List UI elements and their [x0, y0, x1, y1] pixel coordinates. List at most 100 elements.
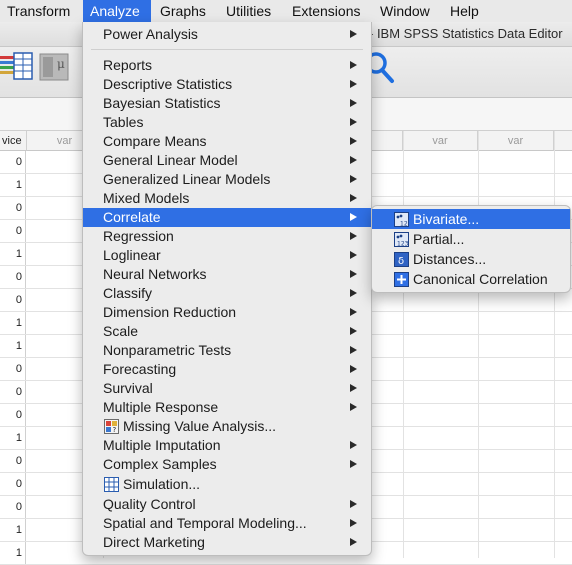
menu-item-dimension-reduction[interactable]: Dimension Reduction: [83, 303, 371, 322]
menu-item-forecasting[interactable]: Forecasting: [83, 360, 371, 379]
column-header[interactable]: var: [403, 131, 478, 151]
submenu-arrow-icon: [350, 460, 357, 468]
menu-item-neural-networks[interactable]: Neural Networks: [83, 265, 371, 284]
table-cell[interactable]: 0: [0, 289, 26, 311]
menu-item-multiple-imputation[interactable]: Multiple Imputation: [83, 436, 371, 455]
submenu-arrow-icon: [350, 538, 357, 546]
menu-item-power-analysis[interactable]: Power Analysis: [83, 25, 371, 44]
descriptive-stats-icon[interactable]: μ: [38, 51, 72, 88]
menu-item-label: Forecasting: [103, 361, 177, 377]
missing-value-icon: ?: [104, 419, 119, 434]
menu-item-classify[interactable]: Classify: [83, 284, 371, 303]
table-cell[interactable]: 0: [0, 220, 26, 242]
table-cell[interactable]: 1: [0, 243, 26, 265]
menu-analyze[interactable]: Analyze: [83, 0, 151, 22]
table-cell[interactable]: 1: [0, 542, 26, 564]
menu-item-generalized-linear-models[interactable]: Generalized Linear Models: [83, 170, 371, 189]
submenu-arrow-icon: [350, 270, 357, 278]
menu-item-multiple-response[interactable]: Multiple Response: [83, 398, 371, 417]
submenu-arrow-icon: [350, 308, 357, 316]
submenu-item-label: Canonical Correlation: [413, 271, 548, 287]
column-header[interactable]: vice: [0, 131, 27, 151]
menu-item-scale[interactable]: Scale: [83, 322, 371, 341]
submenu-arrow-icon: [350, 61, 357, 69]
table-cell[interactable]: 1: [0, 427, 26, 449]
menu-item-label: Tables: [103, 114, 144, 130]
menu-item-label: General Linear Model: [103, 152, 238, 168]
menu-item-tables[interactable]: Tables: [83, 113, 371, 132]
menu-item-descriptive-statistics[interactable]: Descriptive Statistics: [83, 75, 371, 94]
menu-window[interactable]: Window: [373, 0, 437, 22]
submenu-arrow-icon: [350, 194, 357, 202]
submenu-arrow-icon: [350, 80, 357, 88]
submenu-arrow-icon: [350, 346, 357, 354]
submenu-arrow-icon: [350, 175, 357, 183]
menu-item-label: Nonparametric Tests: [103, 342, 232, 358]
svg-text:μ: μ: [57, 57, 65, 71]
submenu-arrow-icon: [350, 365, 357, 373]
svg-text:123: 123: [397, 241, 409, 248]
submenu-item-label: Partial...: [413, 231, 465, 247]
table-cell[interactable]: 0: [0, 197, 26, 219]
table-cell[interactable]: 0: [0, 404, 26, 426]
menu-graphs[interactable]: Graphs: [153, 0, 213, 22]
bivariate-icon: 12: [394, 212, 409, 228]
menu-item-label: Regression: [103, 228, 174, 244]
menu-item-survival[interactable]: Survival: [83, 379, 371, 398]
menu-item-direct-marketing[interactable]: Direct Marketing: [83, 533, 371, 552]
menu-item-reports[interactable]: Reports: [83, 56, 371, 75]
menu-item-label: Complex Samples: [103, 456, 217, 472]
submenu-item-label: Bivariate...: [413, 211, 480, 227]
submenu-item-distances[interactable]: δ Distances...: [372, 249, 570, 269]
submenu-item-partial[interactable]: 123 Partial...: [372, 229, 570, 249]
menu-item-quality-control[interactable]: Quality Control: [83, 495, 371, 514]
menu-item-spatial-temporal-modeling[interactable]: Spatial and Temporal Modeling...: [83, 514, 371, 533]
table-cell[interactable]: 0: [0, 266, 26, 288]
menu-item-correlate[interactable]: Correlate: [83, 208, 371, 227]
menu-item-label: Reports: [103, 57, 153, 73]
submenu-arrow-icon: [350, 156, 357, 164]
submenu-arrow-icon: [350, 251, 357, 259]
menu-item-label: Generalized Linear Models: [103, 171, 271, 187]
menu-item-label: Direct Marketing: [103, 534, 205, 550]
menu-item-loglinear[interactable]: Loglinear: [83, 246, 371, 265]
submenu-arrow-icon: [350, 213, 357, 221]
menu-item-regression[interactable]: Regression: [83, 227, 371, 246]
menu-item-label: Correlate: [103, 209, 161, 225]
table-cell[interactable]: 0: [0, 358, 26, 380]
table-cell[interactable]: 1: [0, 174, 26, 196]
variables-icon[interactable]: [0, 51, 36, 88]
table-cell[interactable]: 1: [0, 335, 26, 357]
table-cell[interactable]: 0: [0, 450, 26, 472]
menu-item-bayesian-statistics[interactable]: Bayesian Statistics: [83, 94, 371, 113]
table-cell[interactable]: 0: [0, 151, 26, 173]
submenu-item-bivariate[interactable]: 12 Bivariate...: [372, 209, 570, 229]
menu-item-mixed-models[interactable]: Mixed Models: [83, 189, 371, 208]
menu-item-label: Classify: [103, 285, 153, 301]
submenu-arrow-icon: [350, 403, 357, 411]
table-cell[interactable]: 0: [0, 381, 26, 403]
submenu-arrow-icon: [350, 519, 357, 527]
menu-item-complex-samples[interactable]: Complex Samples: [83, 455, 371, 474]
menu-item-nonparametric-tests[interactable]: Nonparametric Tests: [83, 341, 371, 360]
submenu-arrow-icon: [350, 327, 357, 335]
menu-item-label: Spatial and Temporal Modeling...: [103, 515, 307, 531]
menu-utilities[interactable]: Utilities: [219, 0, 278, 22]
menu-item-label: Simulation...: [123, 476, 201, 492]
table-cell[interactable]: 1: [0, 312, 26, 334]
table-cell[interactable]: 1: [0, 519, 26, 541]
menu-item-label: Multiple Response: [103, 399, 219, 415]
submenu-arrow-icon: [350, 30, 357, 38]
column-header[interactable]: var: [478, 131, 554, 151]
table-cell[interactable]: 0: [0, 473, 26, 495]
menu-item-missing-value-analysis[interactable]: ? Missing Value Analysis...: [83, 417, 371, 436]
menu-item-simulation[interactable]: Simulation...: [83, 475, 371, 494]
menu-help[interactable]: Help: [443, 0, 486, 22]
submenu-arrow-icon: [350, 500, 357, 508]
table-cell[interactable]: 0: [0, 496, 26, 518]
menu-transform[interactable]: Transform: [0, 0, 77, 22]
submenu-item-canonical-correlation[interactable]: Canonical Correlation: [372, 269, 570, 289]
menu-item-general-linear-model[interactable]: General Linear Model: [83, 151, 371, 170]
menu-extensions[interactable]: Extensions: [285, 0, 367, 22]
menu-item-compare-means[interactable]: Compare Means: [83, 132, 371, 151]
